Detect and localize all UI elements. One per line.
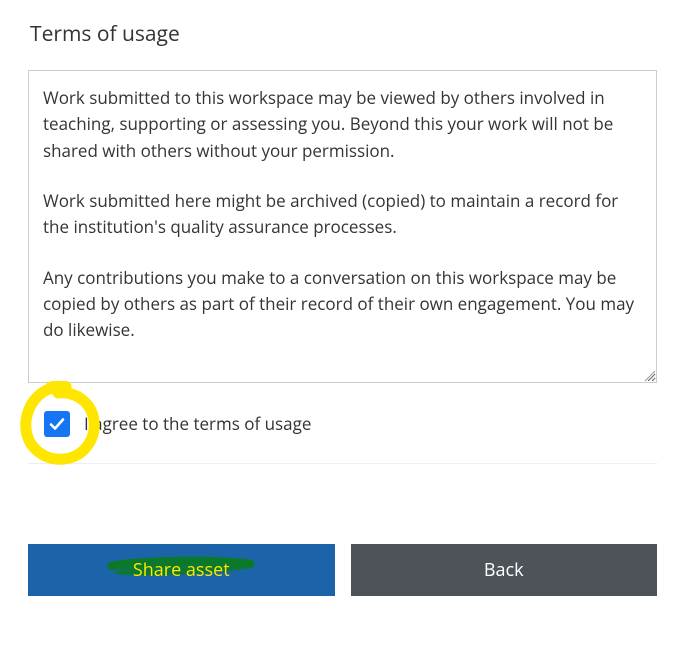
agree-row: I agree to the terms of usage: [28, 411, 657, 464]
button-row: Share asset Back: [28, 544, 657, 596]
share-asset-button[interactable]: Share asset: [28, 544, 335, 596]
terms-textarea[interactable]: Work submitted to this workspace may be …: [28, 70, 657, 383]
terms-paragraph: Any contributions you make to a conversa…: [43, 265, 642, 344]
terms-paragraph: Work submitted to this workspace may be …: [43, 85, 642, 164]
button-label: Back: [484, 558, 524, 582]
checkmark-icon: [48, 415, 66, 433]
terms-paragraph: Work submitted here might be archived (c…: [43, 188, 642, 241]
agree-label: I agree to the terms of usage: [84, 412, 311, 435]
back-button[interactable]: Back: [351, 544, 658, 596]
resize-handle-icon: [642, 368, 656, 382]
agree-checkbox[interactable]: [44, 411, 70, 437]
button-label: Share asset: [133, 558, 230, 582]
terms-dialog: Terms of usage Work submitted to this wo…: [0, 0, 685, 645]
dialog-title: Terms of usage: [30, 20, 657, 48]
